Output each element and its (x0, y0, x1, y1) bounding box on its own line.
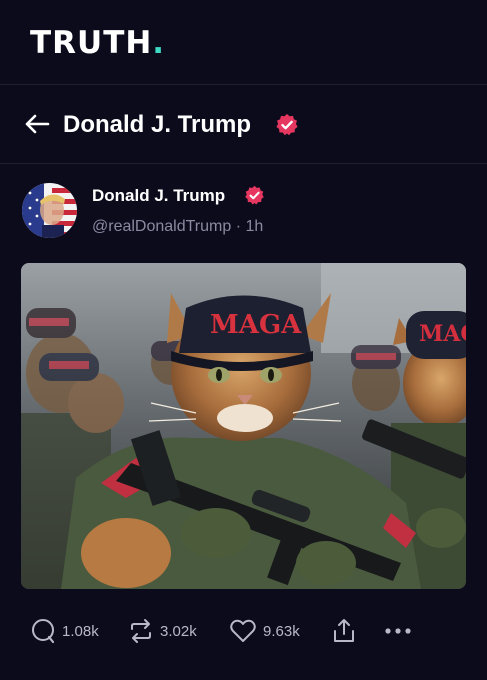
logo-text: TRUTH (30, 25, 153, 61)
heart-icon (230, 619, 256, 642)
share-icon (334, 619, 354, 642)
avatar-image (22, 183, 77, 238)
verified-badge-icon (276, 114, 298, 136)
more-icon (385, 628, 411, 634)
meta-separator: · (235, 218, 242, 235)
share-button[interactable] (331, 614, 357, 648)
avatar[interactable] (22, 183, 77, 238)
truth-logo[interactable]: TRUTH. (30, 26, 165, 60)
cat-soldiers-image: MAG MAGA (21, 263, 466, 589)
like-button[interactable]: 9.63k (229, 614, 300, 648)
author-handle[interactable]: @realDonaldTrump (92, 218, 231, 235)
post-actions: 1.08k 3.02k 9.63k (0, 614, 487, 648)
reply-button[interactable]: 1.08k (30, 614, 99, 648)
reply-icon (32, 619, 55, 644)
logo-dot: . (152, 25, 166, 61)
post-image[interactable]: MAG MAGA (21, 263, 466, 589)
post: Donald J. Trump @realDonaldTrump · 1h MA… (0, 165, 487, 680)
author-name[interactable]: Donald J. Trump (92, 185, 225, 207)
cap-text: MAGA (210, 310, 302, 340)
profile-header: Donald J. Trump (0, 85, 487, 164)
cap-text: MAG (419, 321, 466, 347)
verified-badge-icon (245, 185, 264, 205)
retruth-button[interactable]: 3.02k (128, 614, 197, 648)
reply-count: 1.08k (62, 622, 99, 640)
arrow-left-icon (25, 114, 50, 134)
page-title: Donald J. Trump (63, 111, 252, 138)
retruth-count: 3.02k (160, 622, 197, 640)
brand-bar: TRUTH. (0, 0, 487, 85)
post-time[interactable]: 1h (246, 218, 264, 235)
retruth-icon (131, 619, 151, 643)
like-count: 9.63k (263, 622, 300, 640)
author-meta: @realDonaldTrump · 1h (92, 216, 263, 238)
more-options-button[interactable] (384, 614, 412, 648)
back-button[interactable] (22, 109, 52, 139)
truth-social-app: TRUTH. Donald J. Trump Donald J. Trump @… (0, 0, 487, 680)
